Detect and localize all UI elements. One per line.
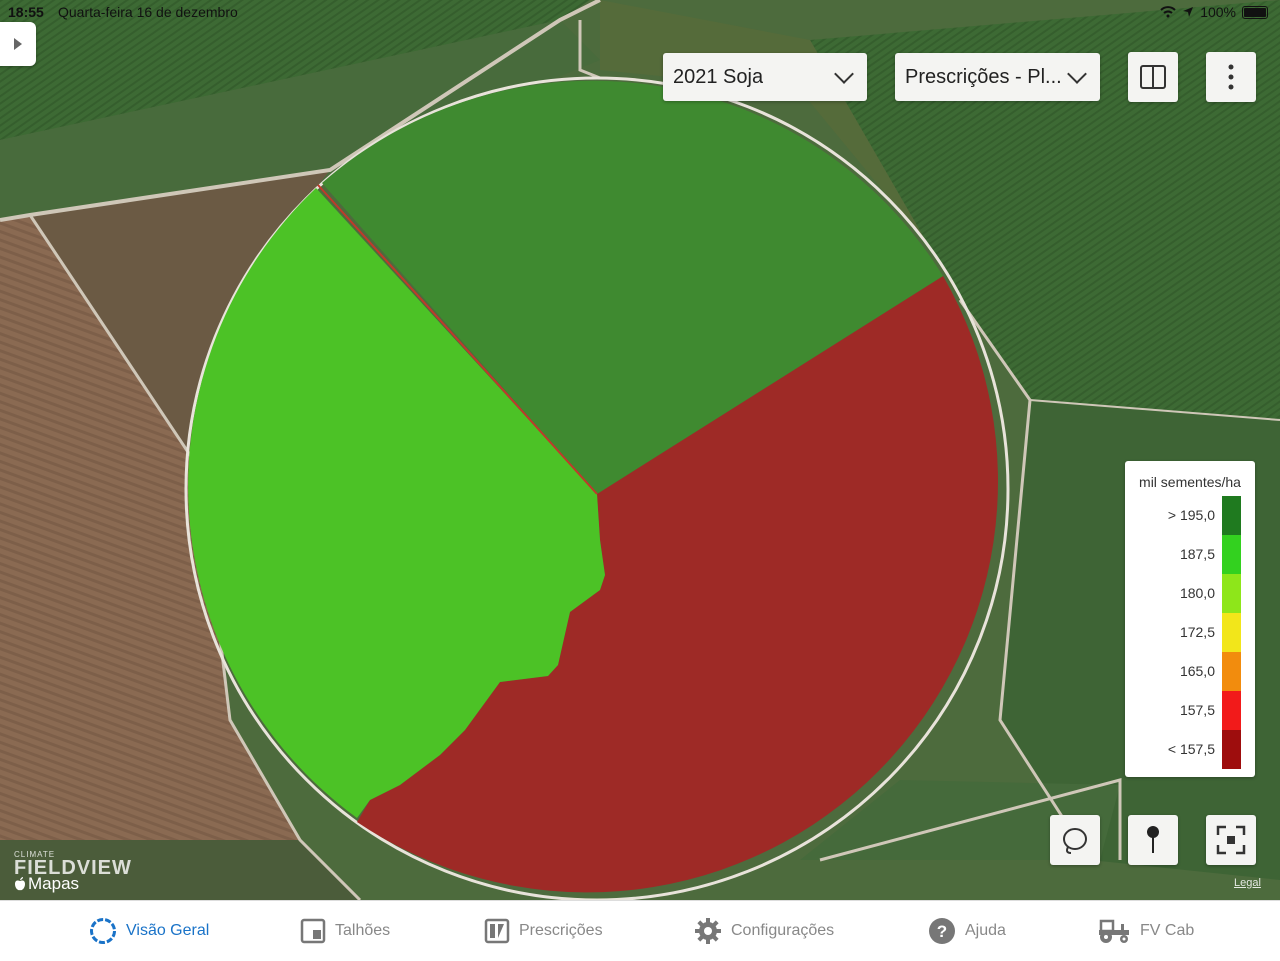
season-select-value: 2021 Soja <box>673 65 764 88</box>
split-view-button[interactable] <box>1128 52 1178 102</box>
maps-label: Mapas <box>28 874 80 893</box>
legend-item: 187,5 <box>1125 535 1255 574</box>
apple-maps-credit: Mapas <box>14 874 79 894</box>
field-square-icon <box>300 918 326 944</box>
chevron-down-icon <box>1067 64 1087 84</box>
tab-label: FV Cab <box>1140 922 1195 939</box>
tab-label: Talhões <box>335 922 391 939</box>
legend-item: > 195,0 <box>1125 496 1255 535</box>
lasso-icon <box>1063 828 1087 854</box>
tractor-icon <box>1099 919 1129 943</box>
tab-fv-cab[interactable]: FV Cab <box>1097 915 1194 947</box>
split-view-icon <box>1140 65 1166 89</box>
legend-swatch <box>1222 613 1241 652</box>
prescription-icon <box>484 918 510 944</box>
legend-swatch <box>1222 535 1241 574</box>
legend-item: 157,5 <box>1125 691 1255 730</box>
gear-icon <box>695 918 721 944</box>
lasso-select-button[interactable] <box>1050 815 1100 865</box>
map-branding: CLIMATE FIELDVIEW Mapas <box>14 850 132 893</box>
recenter-button[interactable] <box>1206 815 1256 865</box>
tab-prescricoes[interactable]: Prescrições <box>484 915 603 947</box>
legal-link[interactable]: Legal <box>1234 877 1261 889</box>
overview-ring-icon <box>90 918 116 944</box>
legend-swatch <box>1222 496 1241 535</box>
sidebar-toggle-button[interactable] <box>0 22 36 66</box>
satellite-map[interactable] <box>0 0 1280 900</box>
svg-text:?: ? <box>937 922 947 941</box>
legend-item: 165,0 <box>1125 652 1255 691</box>
apple-icon <box>15 877 25 891</box>
tab-bar: Visão Geral Talhões Prescrições Configur… <box>0 900 1280 961</box>
legend-item: < 157,5 <box>1125 730 1255 769</box>
help-icon: ? <box>929 918 955 944</box>
legend-item-label: 172,5 <box>1179 624 1215 640</box>
chevron-down-icon <box>834 64 854 84</box>
tab-label: Ajuda <box>965 922 1006 939</box>
legend-item-label: 187,5 <box>1179 546 1215 562</box>
battery-icon <box>1242 5 1268 19</box>
legend-swatch <box>1222 652 1241 691</box>
status-date: Quarta-feira 16 de dezembro <box>58 4 238 20</box>
legend-item: 172,5 <box>1125 613 1255 652</box>
wifi-icon <box>1160 6 1176 18</box>
more-options-button[interactable] <box>1206 52 1256 102</box>
status-right: 100% <box>1160 4 1268 20</box>
legend-swatch <box>1222 730 1241 769</box>
legend-item: 180,0 <box>1125 574 1255 613</box>
legend-item-label: < 157,5 <box>1167 741 1215 757</box>
tab-label: Prescrições <box>519 922 603 939</box>
focus-frame-icon <box>1216 825 1246 855</box>
pin-icon <box>1147 826 1159 853</box>
legend-item-label: 165,0 <box>1179 663 1215 679</box>
rate-legend: mil sementes/ha > 195,0 187,5 180,0 172,… <box>1125 461 1255 777</box>
layer-select-value: Prescrições - Pl... <box>905 65 1062 88</box>
tab-talhoes[interactable]: Talhões <box>300 915 390 947</box>
legend-title: mil sementes/ha <box>1139 474 1241 490</box>
status-bar: 18:55 Quarta-feira 16 de dezembro 100% <box>0 0 1280 24</box>
play-arrow-icon <box>14 38 22 50</box>
tab-configuracoes[interactable]: Configurações <box>694 915 834 947</box>
battery-percent: 100% <box>1200 4 1236 20</box>
season-select[interactable]: 2021 Soja <box>663 53 867 101</box>
legend-swatch <box>1222 691 1241 730</box>
tab-visao-geral[interactable]: Visão Geral <box>89 915 209 947</box>
tab-label: Configurações <box>731 922 835 939</box>
tab-label: Visão Geral <box>126 922 210 939</box>
legend-item-label: > 195,0 <box>1167 507 1215 523</box>
location-arrow-icon <box>1183 7 1194 17</box>
legend-swatch <box>1222 574 1241 613</box>
status-time: 18:55 <box>8 4 44 20</box>
drop-pin-button[interactable] <box>1128 815 1178 865</box>
more-vertical-icon <box>1228 64 1234 90</box>
layer-select[interactable]: Prescrições - Pl... <box>895 53 1100 101</box>
legend-item-label: 157,5 <box>1179 702 1215 718</box>
tab-ajuda[interactable]: ? Ajuda <box>928 915 1006 947</box>
legend-item-label: 180,0 <box>1179 585 1215 601</box>
